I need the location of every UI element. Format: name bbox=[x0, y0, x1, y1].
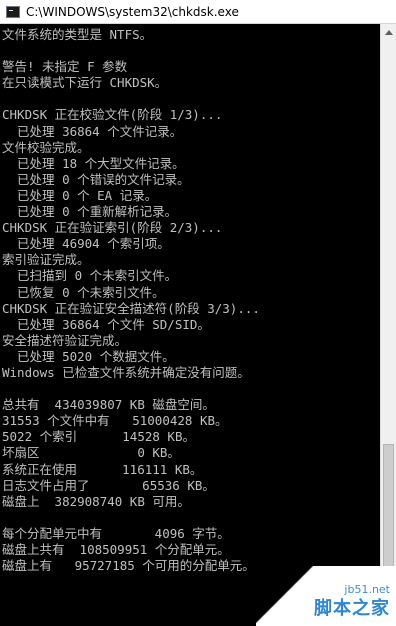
console-line: 日志文件占用了 65536 KB。 bbox=[2, 477, 215, 493]
watermark-name: 脚本之家 bbox=[314, 598, 390, 619]
console-line: 已处理 0 个错误的文件记录。 bbox=[2, 171, 190, 187]
console-line: 5022 个索引 14528 KB。 bbox=[2, 429, 195, 445]
scroll-up-button[interactable] bbox=[381, 24, 396, 40]
watermark: jb51.net 脚本之家 bbox=[256, 566, 396, 626]
console-line: 文件校验完成。 bbox=[2, 139, 90, 155]
console-line: 已处理 36864 个文件 SD/SID。 bbox=[2, 316, 210, 332]
console-line: 安全描述符验证完成。 bbox=[2, 332, 128, 348]
console-line: 警告! 未指定 F 参数 bbox=[2, 59, 128, 75]
console-line: 已处理 18 个大型文件记录。 bbox=[2, 155, 185, 171]
console-line: CHKDSK 正在验证安全描述符(阶段 3/3)... bbox=[2, 300, 260, 316]
console-line: 磁盘上共有 108509951 个分配单元。 bbox=[2, 542, 230, 557]
vertical-scrollbar[interactable] bbox=[380, 24, 396, 626]
console-line: 已处理 36864 个文件记录。 bbox=[2, 123, 183, 139]
console-line: 已恢复 0 个未索引文件。 bbox=[2, 284, 165, 300]
console-line: 已处理 46904 个索引项。 bbox=[2, 236, 170, 252]
title-bar[interactable]: C:\WINDOWS\system32\chkdsk.exe bbox=[0, 0, 396, 24]
console-line: 索引验证完成。 bbox=[2, 252, 90, 268]
console-line: 在只读模式下运行 CHKDSK。 bbox=[2, 75, 168, 91]
console-line: 系统正在使用 116111 KB。 bbox=[2, 461, 203, 477]
console-line: Windows 已检查文件系统并确定没有问题。 bbox=[2, 364, 250, 380]
console-line: 总共有 434039807 KB 磁盘空间。 bbox=[2, 397, 215, 413]
console-line: 每个分配单元中有 4096 字节。 bbox=[2, 525, 230, 541]
arrow-up-icon bbox=[384, 29, 393, 35]
console-line: 已处理 0 个重新解析记录。 bbox=[2, 204, 178, 220]
console-output[interactable]: 文件系统的类型是 NTFS。 警告! 未指定 F 参数 在只读模式下运行 CHKDS… bbox=[2, 27, 380, 617]
console-line: 已处理 5020 个数据文件。 bbox=[2, 348, 175, 364]
console-line: 已处理 0 个 EA 记录。 bbox=[2, 187, 158, 203]
window-title: C:\WINDOWS\system32\chkdsk.exe bbox=[26, 4, 239, 19]
console-line: 坏扇区 0 KB。 bbox=[2, 445, 180, 461]
console-line: 已扫描到 0 个未索引文件。 bbox=[2, 268, 178, 284]
console-line: CHKDSK 正在校验文件(阶段 1/3)... bbox=[2, 107, 223, 123]
console-line: 31553 个文件中有 51000428 KB。 bbox=[2, 413, 228, 429]
console-line: CHKDSK 正在验证索引(阶段 2/3)... bbox=[2, 220, 223, 236]
console-line: 文件系统的类型是 NTFS。 bbox=[2, 27, 153, 42]
console-line: 磁盘上 382908740 KB 可用。 bbox=[2, 493, 190, 509]
console-window-icon[interactable] bbox=[6, 5, 20, 18]
